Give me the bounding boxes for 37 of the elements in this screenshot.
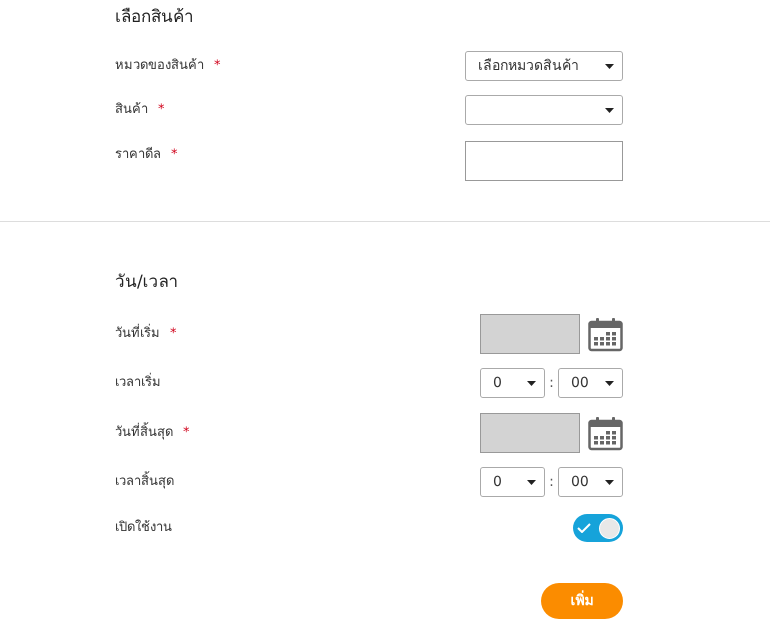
required-mark: * <box>158 101 164 120</box>
time-separator: : <box>548 472 555 492</box>
required-mark: * <box>214 57 220 76</box>
required-mark: * <box>170 325 176 344</box>
field-label: ราคาดีล <box>115 146 161 164</box>
caret-icon <box>527 480 536 484</box>
field-label: วันที่สิ้นสุด <box>115 423 173 443</box>
dropdown[interactable]: 0 <box>480 368 545 398</box>
date-field[interactable] <box>480 413 580 453</box>
check-icon <box>577 523 591 533</box>
caret-icon <box>605 64 614 68</box>
dropdown[interactable]: 00 <box>558 467 623 497</box>
field-label: เวลาสิ้นสุด <box>115 472 174 492</box>
toggle-knob[interactable] <box>599 518 620 538</box>
field-label: เวลาเริ่ม <box>115 373 161 393</box>
field-label: เปิดใช้งาน <box>115 518 172 537</box>
caret-icon <box>527 380 536 386</box>
time-separator: : <box>548 374 555 392</box>
field-label: สินค้า <box>115 101 148 119</box>
caret-icon <box>605 380 614 386</box>
section-title: วัน/เวลา <box>115 271 180 294</box>
calendar-icon[interactable] <box>588 416 623 450</box>
field-label: วันที่เริ่ม <box>115 324 160 344</box>
caret-icon <box>605 108 614 112</box>
date-field[interactable] <box>480 314 580 354</box>
dropdown[interactable]: 00 <box>558 368 623 398</box>
required-mark: * <box>171 146 178 164</box>
required-mark: * <box>183 424 190 442</box>
toggle-switch[interactable] <box>573 514 623 542</box>
input-field[interactable] <box>465 141 623 181</box>
field-label: หมวดของสินค้า <box>115 57 204 75</box>
section-title: เลือกสินค้า <box>115 6 195 29</box>
caret-icon <box>605 480 614 484</box>
calendar-icon[interactable] <box>588 316 623 352</box>
dropdown[interactable]: 0 <box>480 467 545 497</box>
dropdown[interactable]: เลือกหมวดสินค้า <box>465 51 623 81</box>
dropdown[interactable] <box>465 95 623 125</box>
